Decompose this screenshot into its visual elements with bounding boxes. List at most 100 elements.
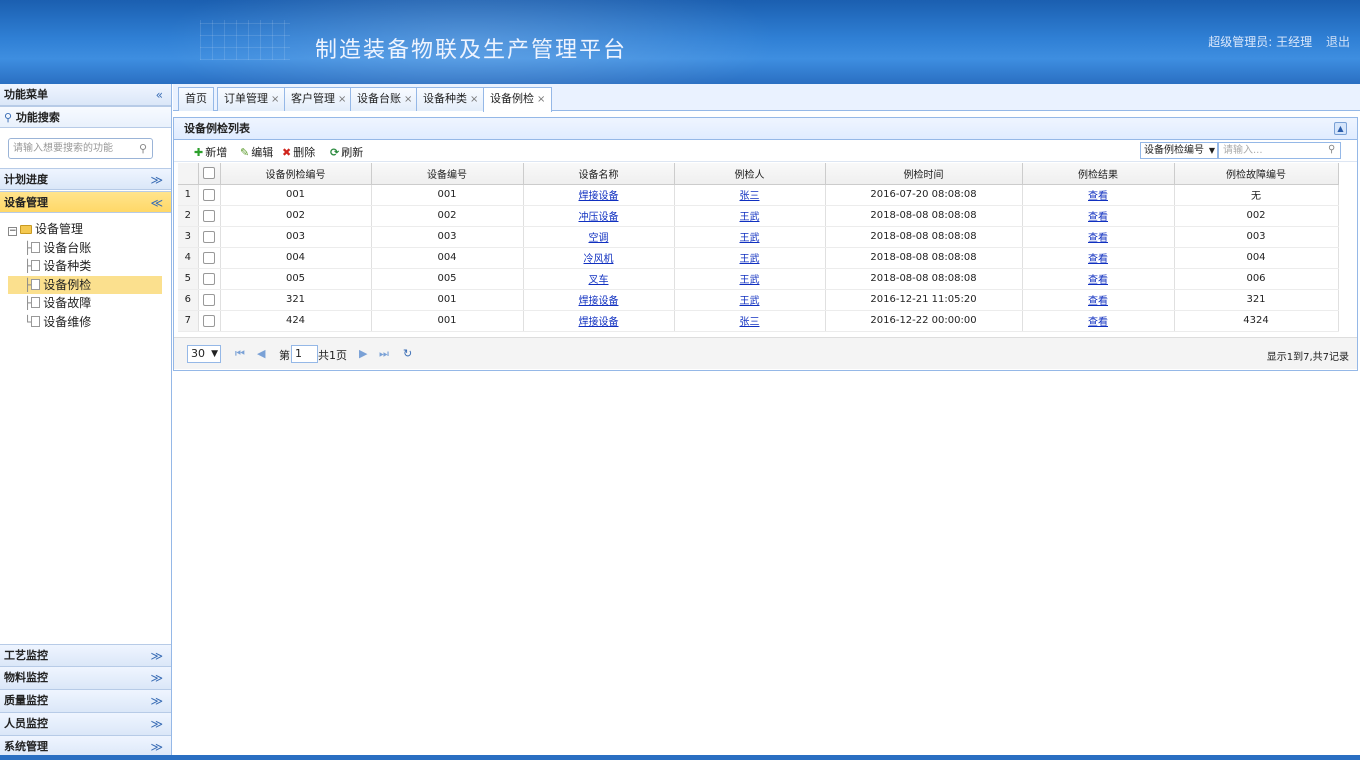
inspector-link[interactable]: 王武 [740, 212, 760, 223]
row-select-cell [198, 205, 221, 227]
section-label: 系统管理 [4, 740, 48, 753]
result-view-link[interactable]: 查看 [1088, 317, 1108, 328]
inspector-link[interactable]: 王武 [740, 233, 760, 244]
row-checkbox[interactable] [203, 188, 215, 201]
close-icon[interactable]: × [470, 94, 478, 105]
function-search-input[interactable]: 请输入想要搜索的功能 [8, 138, 153, 159]
sidebar-section-material[interactable]: 物料监控 ≫ [0, 667, 171, 690]
result-view-link[interactable]: 查看 [1088, 191, 1108, 202]
device-name-link[interactable]: 焊接设备 [579, 191, 619, 202]
tree-item-fault[interactable]: ├ 设备故障 [8, 294, 162, 313]
device-name-link[interactable]: 焊接设备 [579, 317, 619, 328]
data-grid: 设备例检编号 设备编号 设备名称 例检人 例检时间 例检结果 例检故障编号 10… [178, 163, 1339, 332]
close-icon[interactable]: × [271, 94, 279, 105]
row-checkbox[interactable] [203, 272, 215, 285]
column-header[interactable]: 设备编号 [371, 163, 524, 185]
collapse-panel-icon[interactable]: ▲ [1334, 122, 1347, 135]
close-icon[interactable]: × [537, 94, 545, 105]
tree-item-inspection[interactable]: ├ 设备例检 [8, 275, 162, 294]
table-row[interactable]: 7 424 001 焊接设备 张三 2016-12-22 00:00:00 查看 4324 [178, 310, 1339, 332]
inspector-link[interactable]: 张三 [740, 191, 760, 202]
logout-link[interactable]: 退出 [1326, 35, 1350, 49]
inspector-link[interactable]: 张三 [740, 317, 760, 328]
table-row[interactable]: 5 005 005 叉车 王武 2018-08-08 08:08:08 查看 006 [178, 268, 1339, 290]
table-row[interactable]: 1 001 001 焊接设备 张三 2016-07-20 08:08:08 查看 无 [178, 184, 1339, 206]
device-name-link[interactable]: 焊接设备 [579, 296, 619, 307]
device-name-link[interactable]: 空调 [589, 233, 609, 244]
fault-id-cell: 003 [1174, 226, 1339, 248]
refresh-icon: ⟳ [330, 146, 340, 159]
panel-title: 设备例检列表 [184, 122, 250, 135]
sidebar-section-process[interactable]: 工艺监控 ≫ [0, 644, 171, 667]
device-name-link[interactable]: 冲压设备 [579, 212, 619, 223]
link-cell: 查看 [1022, 268, 1175, 290]
tab-orders[interactable]: 订单管理 × [217, 87, 287, 111]
collapse-left-icon[interactable]: « [156, 84, 163, 106]
row-checkbox[interactable] [203, 230, 215, 243]
add-label: 新增 [205, 146, 228, 159]
reload-icon[interactable]: ↻ [403, 347, 412, 360]
tree-item-repair[interactable]: └ 设备维修 [8, 313, 162, 332]
sidebar-section-personnel[interactable]: 人员监控 ≫ [0, 713, 171, 736]
page-size-select[interactable]: 30 ▼ [187, 345, 221, 363]
inspector-link[interactable]: 王武 [740, 296, 760, 307]
column-header[interactable]: 例检时间 [825, 163, 1023, 185]
column-header[interactable]: 设备例检编号 [220, 163, 372, 185]
sidebar-section-quality[interactable]: 质量监控 ≫ [0, 690, 171, 713]
add-button[interactable]: ✚ 新增 [194, 144, 227, 160]
close-icon[interactable]: × [404, 94, 412, 105]
sidebar-section-plan[interactable]: 计划进度 ≫ [0, 168, 171, 190]
inspector-link[interactable]: 王武 [740, 254, 760, 265]
grid-search-input[interactable]: 请输入... [1218, 142, 1341, 159]
tab-equipment-category[interactable]: 设备种类 × [416, 87, 486, 111]
row-checkbox[interactable] [203, 314, 215, 327]
result-view-link[interactable]: 查看 [1088, 212, 1108, 223]
table-row[interactable]: 2 002 002 冲压设备 王武 2018-08-08 08:08:08 查看 002 [178, 205, 1339, 227]
sidebar-section-equipment[interactable]: 设备管理 ≪ [0, 191, 171, 213]
column-header[interactable]: 设备名称 [523, 163, 675, 185]
tab-equipment-ledger[interactable]: 设备台账 × [350, 87, 420, 111]
link-cell: 焊接设备 [523, 310, 675, 332]
table-row[interactable]: 4 004 004 冷风机 王武 2018-08-08 08:08:08 查看 004 [178, 247, 1339, 269]
user-info: 超级管理员: 王经理 退出 [1204, 33, 1350, 50]
magnifier-icon[interactable]: ⚲ [139, 142, 147, 155]
result-view-link[interactable]: 查看 [1088, 254, 1108, 265]
table-row[interactable]: 3 003 003 空调 王武 2018-08-08 08:08:08 查看 003 [178, 226, 1339, 248]
column-header[interactable]: 例检人 [674, 163, 826, 185]
fault-id-cell: 4324 [1174, 310, 1339, 332]
column-header[interactable]: 例检故障编号 [1174, 163, 1339, 185]
prev-page-icon[interactable]: ◀ [257, 347, 265, 360]
close-icon[interactable]: × [338, 94, 346, 105]
select-all-checkbox[interactable] [203, 167, 215, 180]
inspection-list-panel: 设备例检列表 ▲ ✚ 新增 ✎ 编辑 ✖ 删除 ⟳ 刷新 设备例检编号 ▼ 请输入... … [173, 117, 1358, 371]
result-view-link[interactable]: 查看 [1088, 296, 1108, 307]
first-page-icon[interactable]: ⏮ [235, 347, 245, 361]
result-view-link[interactable]: 查看 [1088, 275, 1108, 286]
refresh-button[interactable]: ⟳ 刷新 [330, 144, 363, 160]
search-field-select[interactable]: 设备例检编号 ▼ [1140, 142, 1218, 159]
search-icon[interactable]: ⚲ [1328, 144, 1335, 155]
device-name-link[interactable]: 冷风机 [584, 254, 614, 265]
inspector-link[interactable]: 王武 [740, 275, 760, 286]
tree-item-category[interactable]: ├ 设备种类 [8, 257, 162, 276]
tab-customers[interactable]: 客户管理 × [284, 87, 354, 111]
tab-home[interactable]: 首页 [178, 87, 214, 111]
page-number-input[interactable]: 1 [291, 345, 318, 363]
tree-item-ledger[interactable]: ├ 设备台账 [8, 239, 162, 258]
device-name-link[interactable]: 叉车 [589, 275, 609, 286]
delete-button[interactable]: ✖ 删除 [282, 144, 315, 160]
table-row[interactable]: 6 321 001 焊接设备 王武 2016-12-21 11:05:20 查看 321 [178, 289, 1339, 311]
column-header[interactable]: 例检结果 [1022, 163, 1175, 185]
tree-root-equipment[interactable]: − 设备管理 [8, 220, 162, 239]
row-checkbox[interactable] [203, 293, 215, 306]
tab-label: 设备例检 [490, 92, 534, 105]
row-checkbox[interactable] [203, 251, 215, 264]
last-page-icon[interactable]: ⏭ [379, 347, 389, 361]
next-page-icon[interactable]: ▶ [359, 347, 367, 360]
row-checkbox[interactable] [203, 209, 215, 222]
tab-equipment-inspection[interactable]: 设备例检 × [483, 87, 553, 112]
edit-button[interactable]: ✎ 编辑 [240, 144, 273, 160]
section-label: 质量监控 [4, 694, 48, 707]
collapse-node-icon[interactable]: − [8, 227, 17, 236]
result-view-link[interactable]: 查看 [1088, 233, 1108, 244]
